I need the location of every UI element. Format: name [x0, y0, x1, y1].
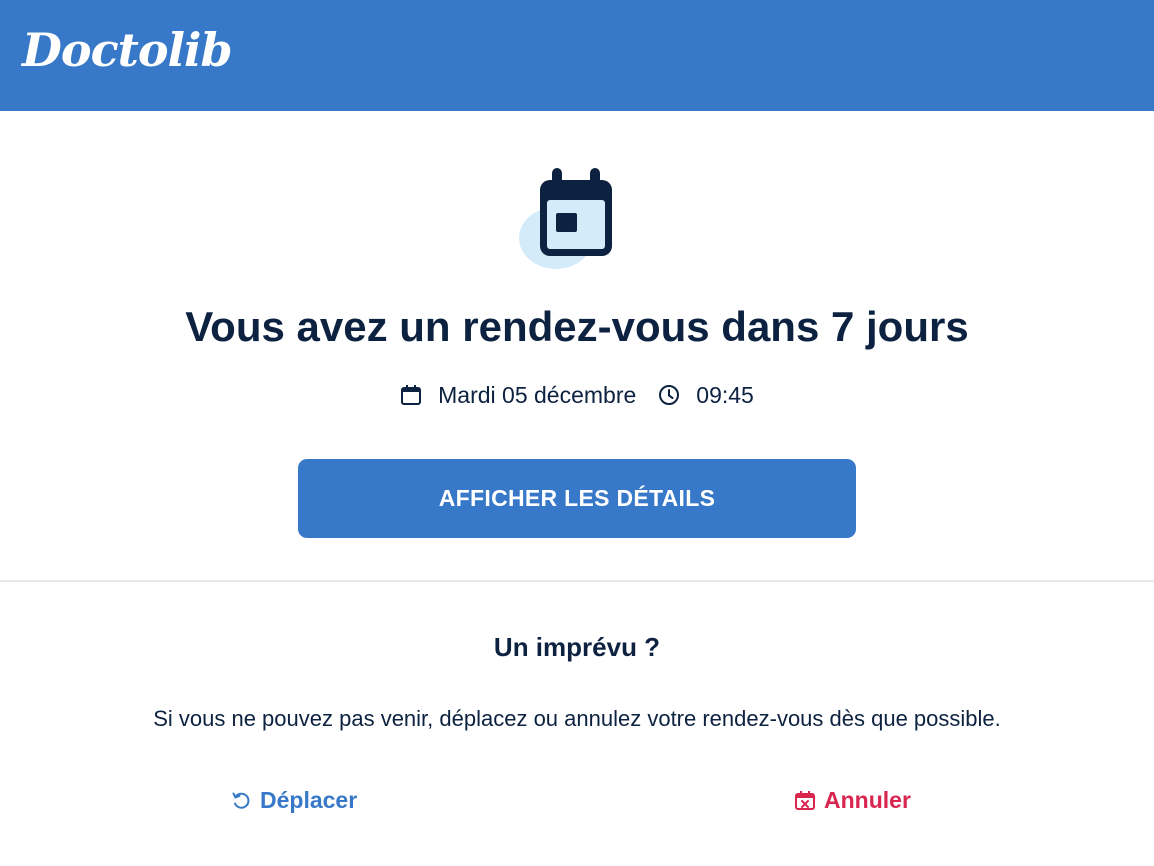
calendar-icon: [400, 384, 422, 406]
doctolib-logo[interactable]: Doctolib: [22, 22, 233, 78]
undo-arrow-icon: [230, 789, 252, 811]
appointment-time: 09:45: [696, 381, 754, 408]
cancel-appointment-link[interactable]: Annuler: [794, 783, 911, 817]
calendar-icon: [516, 168, 620, 272]
page-title: Vous avez un rendez-vous dans 7 jours: [185, 303, 969, 350]
move-appointment-link[interactable]: Déplacer: [230, 783, 357, 817]
show-details-button[interactable]: AFFICHER LES DÉTAILS: [298, 459, 856, 538]
move-label[interactable]: Déplacer: [260, 787, 357, 814]
calendar-cancel-icon: [794, 789, 816, 811]
header-bar: Doctolib: [0, 0, 1154, 111]
unexpected-text: Si vous ne pouvez pas venir, déplacez ou…: [153, 706, 1001, 731]
unexpected-title: Un imprévu ?: [493, 632, 661, 662]
appointment-date: Mardi 05 décembre: [438, 381, 637, 408]
cancel-label[interactable]: Annuler: [824, 787, 911, 814]
divider: [0, 580, 1154, 582]
clock-icon: [658, 384, 680, 406]
appointment-info: Mardi 05 décembre 09:45: [0, 378, 1154, 412]
